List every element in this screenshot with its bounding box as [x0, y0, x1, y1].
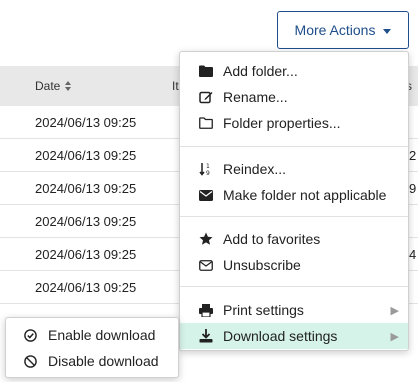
download-settings-submenu: Enable download Disable download [5, 317, 179, 378]
menu-item-label: Unsubscribe [223, 257, 301, 273]
menu-item-add-folder[interactable]: Add folder... [180, 58, 408, 84]
menu-item-unsubscribe[interactable]: Unsubscribe [180, 252, 408, 278]
menu-divider [180, 146, 408, 147]
sort-icon [65, 81, 72, 91]
row-edge-text: 4 [409, 247, 417, 262]
row-date: 2024/06/13 09:25 [35, 280, 137, 295]
submenu-item-enable-download[interactable]: Enable download [6, 322, 178, 348]
envelope-outline-icon [199, 258, 213, 272]
menu-item-reindex[interactable]: 19 Reindex... [180, 156, 408, 182]
chevron-right-icon: ▶ [390, 304, 399, 317]
date-column-header[interactable]: Date [35, 79, 72, 93]
more-actions-button[interactable]: More Actions [277, 11, 409, 49]
check-circle-icon [23, 328, 37, 342]
menu-item-label: Folder properties... [223, 115, 341, 131]
partial-column-header[interactable]: It [172, 79, 179, 93]
svg-text:1: 1 [206, 163, 210, 170]
more-actions-menu: Add folder... Rename... Folder propertie… [179, 51, 409, 351]
date-header-label: Date [35, 79, 61, 93]
download-icon [199, 329, 213, 343]
menu-item-label: Rename... [223, 89, 288, 105]
row-edge-text: 9 [409, 181, 417, 196]
row-date: 2024/06/13 09:25 [35, 181, 137, 196]
menu-item-label: Download settings [223, 328, 338, 344]
menu-item-folder-properties[interactable]: Folder properties... [180, 110, 408, 136]
chevron-right-icon: ▶ [390, 330, 399, 343]
menu-item-label: Print settings [223, 302, 304, 318]
menu-item-make-not-applicable[interactable]: Make folder not applicable [180, 182, 408, 208]
menu-item-label: Make folder not applicable [223, 187, 387, 203]
star-icon [199, 232, 213, 246]
submenu-item-label: Disable download [48, 353, 159, 369]
svg-text:9: 9 [206, 170, 210, 176]
row-date: 2024/06/13 09:25 [35, 148, 137, 163]
menu-divider [180, 216, 408, 217]
ban-icon [23, 354, 37, 368]
edit-icon [199, 90, 213, 104]
folder-icon [199, 64, 213, 78]
menu-item-add-to-favorites[interactable]: Add to favorites [180, 226, 408, 252]
row-edge-text: 2 [409, 148, 417, 163]
submenu-item-label: Enable download [48, 327, 156, 343]
sort-numeric-icon: 19 [199, 162, 213, 176]
submenu-item-disable-download[interactable]: Disable download [6, 348, 178, 374]
page: More Actions Date It s 2024/06/13 09:25 … [0, 0, 418, 382]
caret-down-icon [383, 28, 392, 34]
row-date: 2024/06/13 09:25 [35, 214, 137, 229]
menu-item-rename[interactable]: Rename... [180, 84, 408, 110]
menu-item-label: Reindex... [223, 161, 287, 177]
envelope-icon [199, 188, 213, 202]
row-date: 2024/06/13 09:25 [35, 247, 137, 262]
menu-item-label: Add folder... [223, 63, 298, 79]
menu-item-download-settings[interactable]: Download settings ▶ [180, 323, 408, 349]
menu-item-print-settings[interactable]: Print settings ▶ [180, 297, 408, 323]
more-actions-label: More Actions [294, 22, 376, 38]
menu-divider [180, 286, 408, 287]
print-icon [199, 303, 213, 317]
menu-item-label: Add to favorites [223, 231, 321, 247]
folder-outline-icon [199, 116, 213, 130]
row-date: 2024/06/13 09:25 [35, 115, 137, 130]
